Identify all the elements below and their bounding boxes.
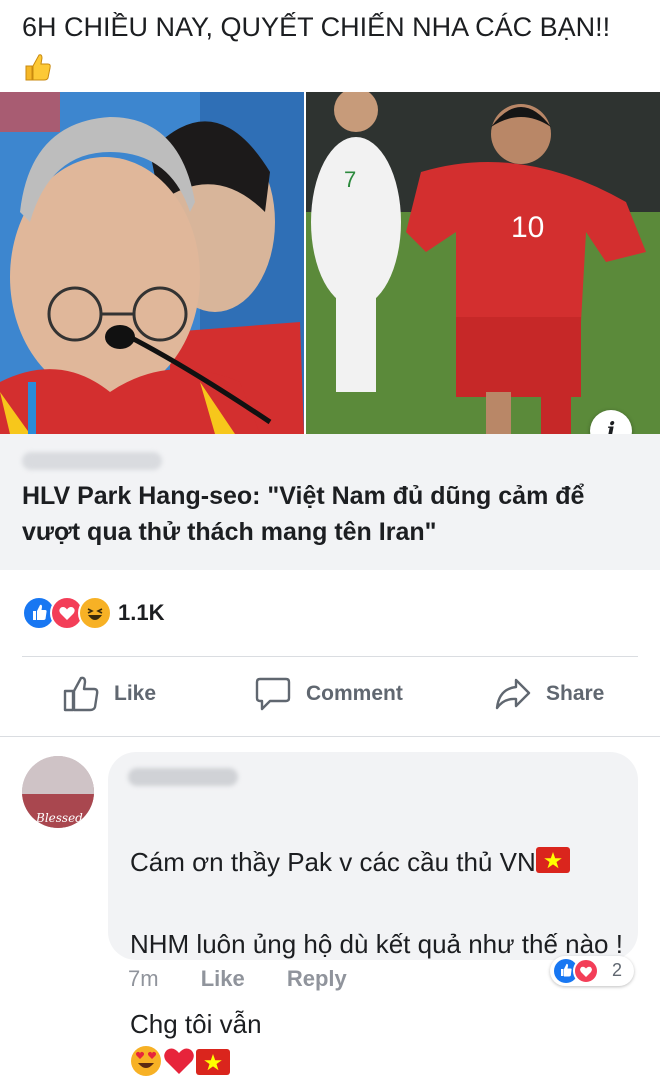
like-label: Like (114, 682, 157, 705)
link-source-blurred (22, 452, 162, 470)
share-icon (495, 678, 531, 710)
haha-reaction-icon (78, 596, 112, 630)
comment-line-1: Cám ơn thầy Pak v các cầu thủ VN (130, 847, 536, 877)
player-photo: 7 10 (306, 92, 660, 434)
jersey-number-7: 7 (344, 167, 356, 192)
heart-eyes-emoji-icon (130, 1045, 162, 1088)
reaction-count[interactable]: 1.1K (118, 600, 164, 626)
commenter-avatar[interactable]: Blessed (22, 756, 94, 828)
thumbs-up-emoji-icon (22, 52, 52, 82)
comment-icon (255, 677, 291, 711)
red-heart-icon (162, 1045, 196, 1088)
comment-time[interactable]: 7m (128, 966, 159, 991)
comment-bubble[interactable]: Cám ơn thầy Pak v các cầu thủ VN NHM luô… (108, 752, 638, 1076)
thumbs-up-icon (63, 676, 99, 712)
link-preview-card[interactable]: 7 10 i HLV Park Hang-seo: "Việt Nam đủ d… (0, 92, 660, 570)
share-label: Share (546, 682, 605, 705)
comment-label: Comment (306, 682, 403, 705)
jersey-number-10: 10 (511, 211, 544, 244)
comment-reactions[interactable]: 2 (550, 956, 634, 986)
post-text: 6H CHIỀU NAY, QUYẾT CHIẾN NHA CÁC BẠN!! (22, 8, 642, 84)
comment-text: Cám ơn thầy Pak v các cầu thủ VN NHM luô… (130, 802, 630, 1088)
comment-reply-button[interactable]: Reply (287, 966, 347, 991)
divider-top (22, 656, 638, 657)
comment-like-button[interactable]: Like (201, 966, 245, 991)
share-button[interactable]: Share (494, 672, 604, 716)
comment-line-2: NHM luôn ủng hộ dù kết quả như thế nào ! (130, 929, 623, 960)
comment-reaction-count: 2 (612, 960, 623, 980)
link-meta: HLV Park Hang-seo: "Việt Nam đủ dũng cảm… (0, 434, 660, 570)
vietnam-flag-icon (535, 844, 570, 884)
divider-bottom (0, 736, 660, 737)
commenter-name-blurred (128, 768, 238, 786)
comment-meta: 7m Like Reply (128, 966, 383, 992)
vietnam-flag-icon-2 (196, 1046, 230, 1086)
post-text-content: 6H CHIỀU NAY, QUYẾT CHIẾN NHA CÁC BẠN!! (22, 12, 611, 42)
avatar-text: Blessed (35, 811, 83, 825)
like-button[interactable]: Like (62, 672, 156, 716)
link-title[interactable]: HLV Park Hang-seo: "Việt Nam đủ dũng cảm… (22, 478, 642, 550)
comment-button[interactable]: Comment (254, 672, 403, 716)
comment-line-3: Chg tôi vẫn (130, 1009, 262, 1040)
coach-photo (0, 92, 304, 434)
